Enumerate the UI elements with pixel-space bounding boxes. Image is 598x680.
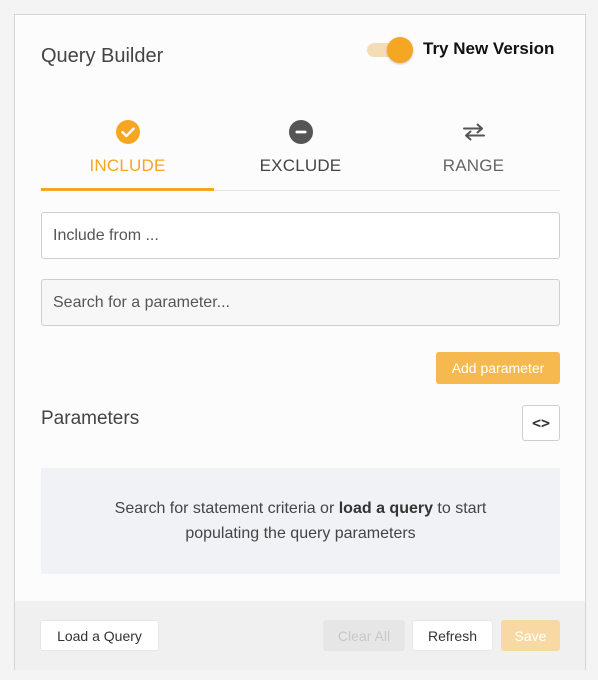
refresh-button[interactable]: Refresh (412, 620, 493, 651)
swap-arrows-icon (462, 120, 486, 144)
query-builder-panel: Query Builder Try New Version INCLUDE EX… (14, 14, 586, 670)
load-query-link[interactable]: load a query (339, 500, 433, 517)
add-parameter-button[interactable]: Add parameter (436, 352, 560, 384)
tab-exclude-label: EXCLUDE (259, 156, 342, 175)
code-view-button[interactable]: <> (522, 405, 560, 441)
empty-state-message: Search for statement criteria or load a … (81, 496, 521, 546)
new-version-toggle[interactable]: Try New Version (367, 37, 555, 63)
tab-include-label: INCLUDE (89, 156, 166, 175)
empty-text-before: Search for statement criteria or (114, 500, 339, 517)
toggle-knob[interactable] (387, 37, 413, 63)
parameters-empty-state: Search for statement criteria or load a … (41, 468, 560, 574)
search-parameter-input[interactable] (41, 279, 560, 326)
toggle-switch[interactable] (367, 37, 413, 63)
header: Query Builder Try New Version (15, 15, 585, 95)
page-title: Query Builder (41, 45, 164, 67)
clear-all-button[interactable]: Clear All (323, 620, 405, 651)
code-icon: <> (531, 414, 551, 432)
load-query-button[interactable]: Load a Query (40, 620, 159, 651)
parameters-heading: Parameters (41, 408, 140, 429)
save-button[interactable]: Save (501, 620, 560, 651)
toggle-label: Try New Version (423, 39, 555, 58)
tab-include[interactable]: INCLUDE (41, 115, 214, 191)
tab-range[interactable]: RANGE (387, 115, 560, 190)
footer-bar: Load a Query Clear All Refresh Save (15, 601, 585, 670)
tab-exclude[interactable]: EXCLUDE (214, 115, 387, 190)
tab-bar: INCLUDE EXCLUDE RANGE (41, 115, 560, 191)
minus-circle-icon (288, 120, 313, 144)
tab-range-label: RANGE (442, 156, 505, 175)
include-from-input[interactable] (41, 212, 560, 259)
check-circle-icon (115, 120, 140, 144)
